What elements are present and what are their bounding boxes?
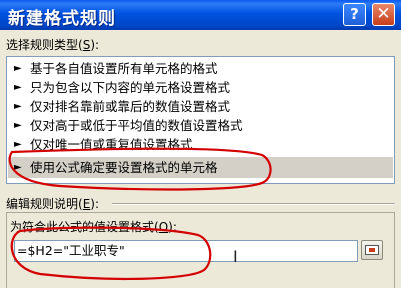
rule-type-item-average[interactable]: ► 仅对高于或低于平均值的数值设置格式 <box>8 116 393 135</box>
play-arrow-icon: ► <box>14 162 22 173</box>
play-arrow-icon: ► <box>14 101 22 112</box>
play-arrow-icon: ► <box>14 120 22 131</box>
close-button[interactable]: ✕ <box>372 3 395 26</box>
close-icon: ✕ <box>376 4 391 24</box>
formula-label-key: O <box>158 220 169 234</box>
title-bar: 新建格式规则 ? ✕ <box>0 0 401 30</box>
play-arrow-icon: ► <box>14 82 22 93</box>
list-item-label: 仅对唯一值或重复值设置格式 <box>30 137 193 152</box>
section-divider <box>112 203 395 205</box>
list-item-label: 仅对排名靠前或靠后的数值设置格式 <box>30 99 231 114</box>
text-cursor-icon: I <box>233 247 238 266</box>
rule-type-label-suffix: ): <box>90 38 100 52</box>
rule-type-item-unique-duplicate[interactable]: ► 仅对唯一值或重复值设置格式 <box>8 135 393 154</box>
help-button[interactable]: ? <box>343 3 366 26</box>
rule-type-label-prefix: 选择规则类型( <box>6 38 83 52</box>
collapse-dialog-icon <box>365 245 379 255</box>
rule-description-label: 编辑规则说明(E): <box>6 195 99 212</box>
formula-label-prefix: 为符合此公式的值设置格式( <box>10 220 159 234</box>
list-item-label: 仅对高于或低于平均值的数值设置格式 <box>30 118 243 133</box>
rule-type-list[interactable]: ► 基于各自值设置所有单元格的格式 ► 只为包含以下内容的单元格设置格式 ► 仅… <box>6 56 395 184</box>
formula-label-suffix: ): <box>168 220 177 234</box>
formula-input[interactable]: =$H2="工业职专" <box>14 240 358 262</box>
rule-description-label-prefix: 编辑规则说明( <box>6 197 83 211</box>
formula-label: 为符合此公式的值设置格式(O): <box>10 218 177 235</box>
rule-type-item-formula[interactable]: ► 使用公式确定要设置格式的单元格 <box>8 157 393 178</box>
play-arrow-icon: ► <box>14 139 22 150</box>
list-item-label: 只为包含以下内容的单元格设置格式 <box>30 80 231 95</box>
window-title: 新建格式规则 <box>8 9 116 29</box>
rule-type-label: 选择规则类型(S): <box>6 36 99 53</box>
list-item-label: 基于各自值设置所有单元格的格式 <box>30 61 218 76</box>
help-icon: ? <box>350 5 359 23</box>
play-arrow-icon: ► <box>14 63 22 74</box>
rule-description-label-suffix: ): <box>90 197 100 211</box>
rule-type-item-all-cells[interactable]: ► 基于各自值设置所有单元格的格式 <box>8 59 393 78</box>
list-item-label: 使用公式确定要设置格式的单元格 <box>30 160 218 175</box>
rule-type-item-contains[interactable]: ► 只为包含以下内容的单元格设置格式 <box>8 78 393 97</box>
collapse-dialog-button[interactable] <box>361 240 383 260</box>
rule-type-item-top-bottom[interactable]: ► 仅对排名靠前或靠后的数值设置格式 <box>8 97 393 116</box>
